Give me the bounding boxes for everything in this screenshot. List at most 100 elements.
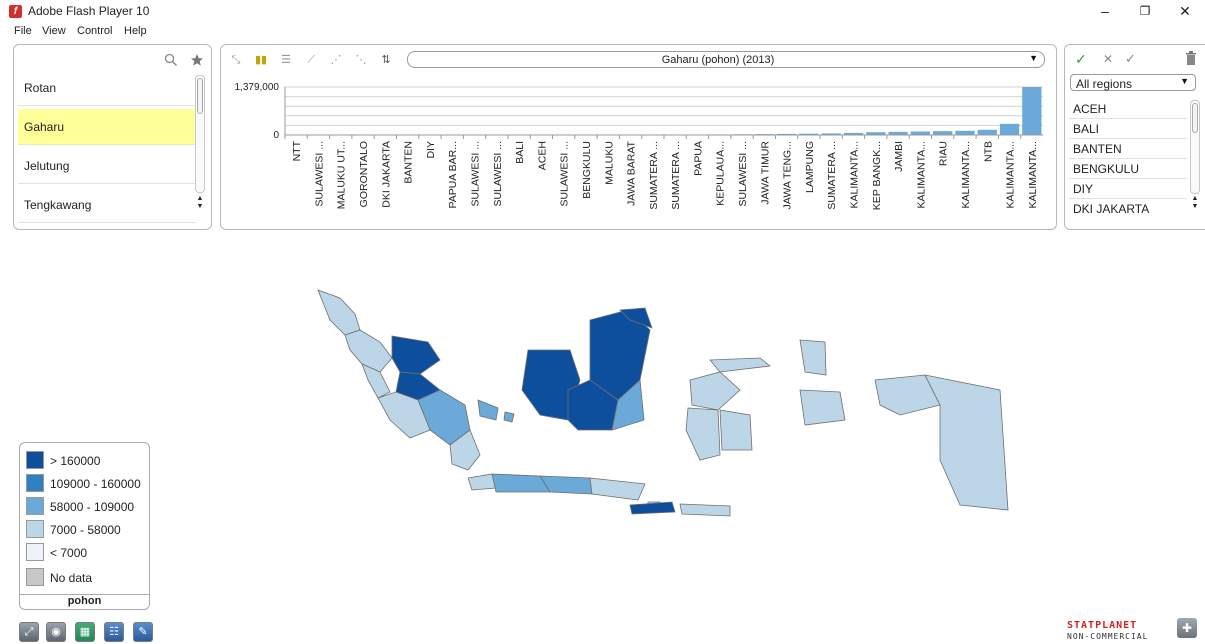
list-item-label: Tengkawang — [24, 198, 92, 212]
scroll-arrows-icon[interactable]: ▲ ▼ — [1191, 195, 1199, 213]
horizontal-bar-icon[interactable]: ☰ — [279, 53, 293, 67]
bar — [1022, 87, 1042, 135]
fullscreen-icon[interactable]: ⤢ — [19, 622, 39, 642]
x-tick-label: LAMPUNG — [804, 141, 816, 193]
y-tick-label: 1,379,000 — [235, 82, 280, 93]
map-region-papua — [924, 374, 1009, 511]
scroll-arrows-icon[interactable]: ▲ ▼ — [196, 195, 204, 213]
map-region-sulsel — [685, 407, 721, 461]
map-region-babel — [477, 399, 499, 421]
minimize-button[interactable]: – — [1085, 0, 1125, 22]
close-button[interactable]: ✕ — [1165, 0, 1205, 22]
x-tick-label: SULAWESI ... — [737, 141, 749, 207]
bar — [933, 131, 953, 135]
clear-icon[interactable]: ✕ — [1103, 52, 1113, 66]
region-item[interactable]: DIY — [1069, 179, 1187, 199]
legend-swatch — [26, 451, 44, 469]
table-icon[interactable]: ☷ — [104, 622, 124, 642]
list-item-label: Rotan — [24, 81, 57, 95]
chevron-down-icon: ▼ — [1180, 76, 1189, 86]
scatter-plot-icon[interactable]: ⋱ — [354, 53, 368, 67]
legend-swatch — [26, 568, 44, 586]
delete-icon[interactable] — [1185, 51, 1197, 65]
menu-help[interactable]: Help — [124, 25, 147, 37]
region-scrollbar[interactable] — [1190, 100, 1200, 194]
legend-label: 7000 - 58000 — [50, 523, 121, 537]
area-chart-icon[interactable]: ⋰ — [329, 53, 343, 67]
legend-label: > 160000 — [50, 454, 101, 468]
restore-button[interactable]: ❐ — [1125, 0, 1165, 22]
list-item-jelutung[interactable]: Jelutung — [18, 148, 196, 184]
map-region-sulut — [709, 357, 771, 373]
x-tick-label: KALIMANTA... — [1005, 141, 1017, 209]
statplanet-logo: STATPLANET — [1067, 620, 1138, 631]
region-item[interactable]: ACEH — [1069, 99, 1187, 119]
check-all-icon[interactable]: ✓ — [1075, 51, 1087, 68]
legend-label: < 7000 — [50, 546, 88, 560]
map-icon[interactable]: ▦ — [75, 622, 95, 642]
menu-control[interactable]: Control — [77, 25, 112, 37]
list-item-rotan[interactable]: Rotan — [18, 70, 196, 106]
region-item[interactable]: BANTEN — [1069, 139, 1187, 159]
region-item[interactable]: BENGKULU — [1069, 159, 1187, 179]
search-icon[interactable] — [164, 53, 178, 67]
star-icon[interactable] — [190, 53, 204, 67]
legend-label: 58000 - 109000 — [50, 500, 135, 514]
x-tick-label: PAPUA — [692, 141, 704, 176]
list-item-gaharu[interactable]: Gaharu — [18, 109, 196, 145]
bar — [910, 131, 931, 135]
legend-label: 109000 - 160000 — [50, 477, 141, 491]
select-icon[interactable]: ✓ — [1125, 51, 1136, 67]
x-tick-label: NTB — [982, 141, 994, 162]
list-item-tengkawang[interactable]: Tengkawang — [18, 187, 196, 223]
x-tick-label: JAWA TENG... — [782, 141, 794, 209]
map-region-aceh — [317, 289, 361, 336]
indicator-panel: Rotan Gaharu Jelutung Tengkawang ▲ ▼ — [13, 44, 212, 230]
window-title: Adobe Flash Player 10 — [28, 4, 150, 18]
map-region-kepri — [503, 411, 515, 423]
menu-view[interactable]: View — [42, 25, 66, 37]
x-tick-label: SUMATERA ... — [670, 141, 682, 210]
indicator-select[interactable]: Gaharu (pohon) (2013) ▼ — [407, 51, 1045, 68]
x-tick-label: KALIMANTA... — [849, 141, 861, 209]
map-region-malut — [799, 339, 827, 376]
menu-file[interactable]: File — [14, 25, 32, 37]
region-filter-select[interactable]: All regions ▼ — [1070, 74, 1196, 91]
x-tick-label: NTT — [291, 140, 303, 161]
x-tick-label: SUMATERA ... — [648, 141, 660, 210]
list-item-label: Gaharu — [24, 120, 65, 134]
indicator-scrollbar[interactable] — [195, 75, 205, 193]
indicator-select-value: Gaharu (pohon) (2013) — [661, 54, 775, 66]
x-tick-label: SULAWESI ... — [492, 141, 504, 207]
sort-icon[interactable]: ⇅ — [379, 53, 393, 67]
legend-swatch — [26, 474, 44, 492]
map-region-jatim — [589, 477, 646, 501]
scroll-thumb[interactable] — [1192, 103, 1198, 133]
x-tick-label: JAMBI — [893, 141, 905, 172]
x-tick-label: KEPULAUA... — [715, 141, 727, 206]
region-item[interactable]: DKI JAKARTA — [1069, 199, 1187, 219]
eye-icon[interactable]: ◉ — [46, 622, 66, 642]
notes-icon[interactable]: ✎ — [133, 622, 153, 642]
flash-player-icon: f — [9, 5, 22, 18]
indonesia-map[interactable] — [300, 280, 1020, 550]
x-tick-label: SUMATERA ... — [826, 141, 838, 210]
legend-swatch — [26, 497, 44, 515]
x-tick-label: BENGKULU — [581, 141, 593, 199]
scatter-map-icon[interactable]: ⤡ — [229, 53, 243, 67]
legend-unit: pohon — [20, 594, 149, 609]
map-region-sumut — [344, 329, 393, 373]
x-tick-label: KALIMANTA... — [1027, 141, 1039, 209]
bar — [999, 123, 1020, 135]
line-chart-icon[interactable]: ⟋ — [304, 53, 318, 67]
x-tick-label: BANTEN — [403, 141, 415, 184]
expand-icon[interactable]: ✚ — [1177, 618, 1197, 638]
statplanet-tag: NON-COMMERCIAL — [1067, 632, 1149, 641]
x-tick-label: ACEH — [536, 141, 548, 170]
x-tick-label: RIAU — [938, 141, 950, 166]
x-tick-label: KEP BANGK... — [871, 141, 883, 210]
bar-chart-icon[interactable]: ▮▮ — [254, 53, 268, 67]
region-item[interactable]: BALI — [1069, 119, 1187, 139]
window-titlebar: f Adobe Flash Player 10 – ❐ ✕ — [0, 0, 1205, 22]
scroll-thumb[interactable] — [197, 78, 203, 114]
